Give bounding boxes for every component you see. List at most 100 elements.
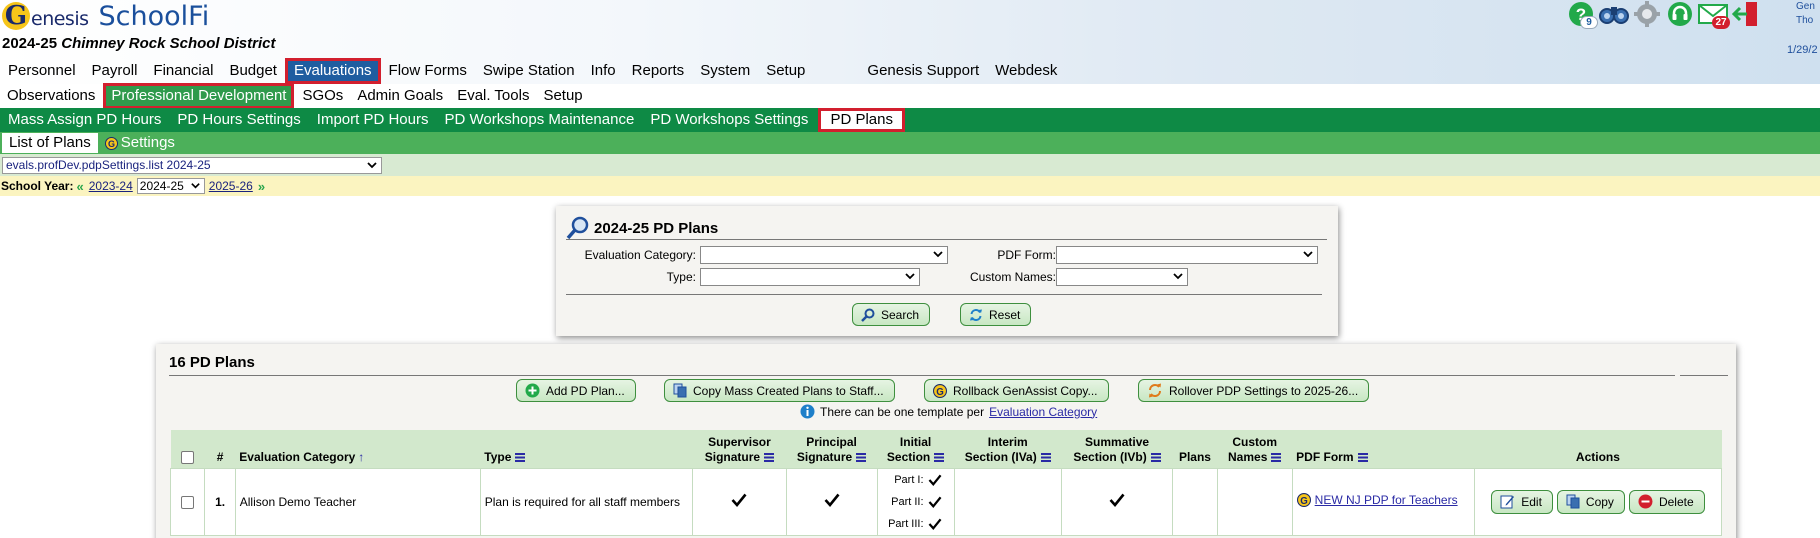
- column-menu-icon[interactable]: [1271, 452, 1282, 462]
- submenu-professional-development[interactable]: Professional Development: [103, 83, 295, 109]
- column-menu-icon[interactable]: [515, 452, 526, 462]
- copy-icon: [1566, 494, 1580, 509]
- col-summative-section[interactable]: Summative Section (IVb): [1061, 430, 1173, 468]
- checkmark-icon: [928, 518, 941, 530]
- pdf-form-select[interactable]: [1056, 246, 1318, 264]
- prev-year-arrows-icon[interactable]: «: [76, 179, 83, 194]
- column-menu-icon[interactable]: [1150, 452, 1161, 462]
- menu-system[interactable]: System: [692, 59, 758, 83]
- eval-category-select[interactable]: [700, 246, 948, 264]
- results-panel: 16 PD Plans Add PD Plan... Copy Mass Cre…: [156, 344, 1736, 538]
- chevron-down-icon: [1173, 273, 1183, 280]
- table-row: 1. Allison Demo Teacher Plan is required…: [169, 467, 1723, 536]
- tab-pd-workshops-maintenance[interactable]: PD Workshops Maintenance: [436, 108, 642, 132]
- rollback-genassist-button[interactable]: G Rollback GenAssist Copy...: [924, 379, 1109, 402]
- menu-personnel[interactable]: Personnel: [0, 59, 84, 83]
- column-menu-icon[interactable]: [1040, 452, 1051, 462]
- tab-pd-workshops-settings[interactable]: PD Workshops Settings: [642, 108, 816, 132]
- prev-year-link[interactable]: 2023-24: [89, 179, 133, 193]
- custom-names-select[interactable]: [1056, 268, 1188, 286]
- gear-icon[interactable]: [1632, 0, 1662, 27]
- add-pd-plan-button[interactable]: Add PD Plan...: [516, 379, 636, 402]
- checkmark-icon: [1109, 493, 1125, 508]
- menu-reports[interactable]: Reports: [624, 59, 693, 83]
- column-menu-icon[interactable]: [764, 452, 775, 462]
- menu-evaluations[interactable]: Evaluations: [284, 58, 381, 84]
- col-summative-line2: Section (IVb): [1073, 449, 1147, 464]
- menu-info[interactable]: Info: [583, 59, 624, 83]
- school-year-select[interactable]: 2024-25: [136, 178, 205, 194]
- rollover-pdp-settings-button[interactable]: Rollover PDP Settings to 2025-26...: [1138, 379, 1370, 402]
- checkmark-icon: [928, 496, 941, 508]
- page-select-bar: evals.profDev.pdpSettings.list 2024-25: [0, 154, 1820, 176]
- copy-button[interactable]: Copy: [1556, 489, 1625, 514]
- tab-list-of-plans[interactable]: List of Plans: [2, 133, 98, 153]
- tab-pd-plans[interactable]: PD Plans: [818, 108, 905, 132]
- genesis-logo[interactable]: G enesis SchoolFi: [2, 1, 210, 32]
- delete-button[interactable]: Delete: [1628, 489, 1705, 514]
- next-year-link[interactable]: 2025-26: [209, 179, 253, 193]
- headset-icon[interactable]: [1665, 0, 1695, 27]
- menu-budget[interactable]: Budget: [221, 59, 285, 83]
- reset-button[interactable]: Reset: [960, 303, 1032, 326]
- col-principal-signature[interactable]: Principal Signature: [786, 430, 878, 468]
- search-button[interactable]: Search: [852, 303, 931, 326]
- col-custom-line1: Custom: [1232, 434, 1278, 449]
- genesis-logo-text: enesis: [31, 8, 89, 30]
- menu-setup[interactable]: Setup: [758, 59, 813, 83]
- evaluation-category-link[interactable]: Evaluation Category: [989, 405, 1097, 419]
- genassist-icon: G: [104, 136, 118, 150]
- rollover-pdp-settings-label: Rollover PDP Settings to 2025-26...: [1169, 383, 1359, 398]
- binoculars-icon[interactable]: [1599, 0, 1629, 27]
- submenu-sgos[interactable]: SGOs: [295, 84, 350, 108]
- column-menu-icon[interactable]: [856, 452, 867, 462]
- col-type[interactable]: Type: [480, 430, 693, 468]
- menu-swipe-station[interactable]: Swipe Station: [475, 59, 583, 83]
- copy-mass-created-label: Copy Mass Created Plans to Staff...: [693, 383, 884, 398]
- page-select[interactable]: evals.profDev.pdpSettings.list 2024-25: [2, 157, 382, 174]
- col-initial-section[interactable]: Initial Section: [877, 430, 955, 468]
- col-custom-names[interactable]: Custom Names: [1217, 430, 1293, 468]
- menu-payroll[interactable]: Payroll: [84, 59, 146, 83]
- app-name: SchoolFi: [98, 1, 210, 32]
- type-select[interactable]: [700, 268, 920, 286]
- column-menu-icon[interactable]: [934, 452, 945, 462]
- col-eval-category[interactable]: Evaluation Category ↑: [235, 430, 481, 468]
- next-year-arrows-icon[interactable]: »: [258, 179, 265, 194]
- select-all-checkbox[interactable]: [181, 450, 195, 464]
- submenu-eval-tools[interactable]: Eval. Tools: [450, 84, 536, 108]
- row-checkbox[interactable]: [181, 495, 195, 509]
- col-supervisor-signature[interactable]: Supervisor Signature: [692, 430, 786, 468]
- col-plans: Plans: [1172, 430, 1218, 468]
- col-actions: Actions: [1474, 430, 1722, 468]
- mail-icon[interactable]: 27: [1698, 0, 1730, 29]
- column-menu-icon[interactable]: [1357, 452, 1368, 462]
- plus-circle-icon: [525, 383, 540, 398]
- col-interim-section[interactable]: Interim Section (IVa): [954, 430, 1062, 468]
- menu-webdesk[interactable]: Webdesk: [987, 59, 1065, 83]
- chevron-down-icon: [1303, 251, 1313, 258]
- pdf-form-link[interactable]: NEW NJ PDP for Teachers: [1315, 493, 1458, 507]
- menu-flow-forms[interactable]: Flow Forms: [381, 59, 475, 83]
- help-icon[interactable]: ? 9: [1566, 0, 1598, 29]
- type-label: Type:: [666, 270, 696, 284]
- menu-genesis-support[interactable]: Genesis Support: [859, 59, 987, 83]
- menu-financial[interactable]: Financial: [145, 59, 221, 83]
- submenu-admin-goals[interactable]: Admin Goals: [350, 84, 450, 108]
- col-pdf-form[interactable]: PDF Form: [1292, 430, 1475, 468]
- header-icon-bar: ? 9 27: [1566, 0, 1761, 29]
- submenu-observations[interactable]: Observations: [0, 84, 102, 108]
- copy-mass-created-button[interactable]: Copy Mass Created Plans to Staff...: [664, 379, 895, 402]
- delete-icon: [1638, 494, 1653, 509]
- mail-badge: 27: [1712, 16, 1730, 29]
- tab-pd-hours-settings[interactable]: PD Hours Settings: [169, 108, 308, 132]
- tab-mass-assign-pd-hours[interactable]: Mass Assign PD Hours: [0, 108, 169, 132]
- logout-icon[interactable]: [1731, 0, 1761, 27]
- edit-button[interactable]: Edit: [1491, 489, 1553, 514]
- chevron-down-icon: [905, 273, 915, 280]
- copy-icon: [673, 383, 687, 398]
- tab-settings[interactable]: G Settings: [98, 133, 182, 153]
- tab-import-pd-hours[interactable]: Import PD Hours: [309, 108, 437, 132]
- add-pd-plan-label: Add PD Plan...: [546, 383, 625, 398]
- submenu-setup[interactable]: Setup: [536, 84, 589, 108]
